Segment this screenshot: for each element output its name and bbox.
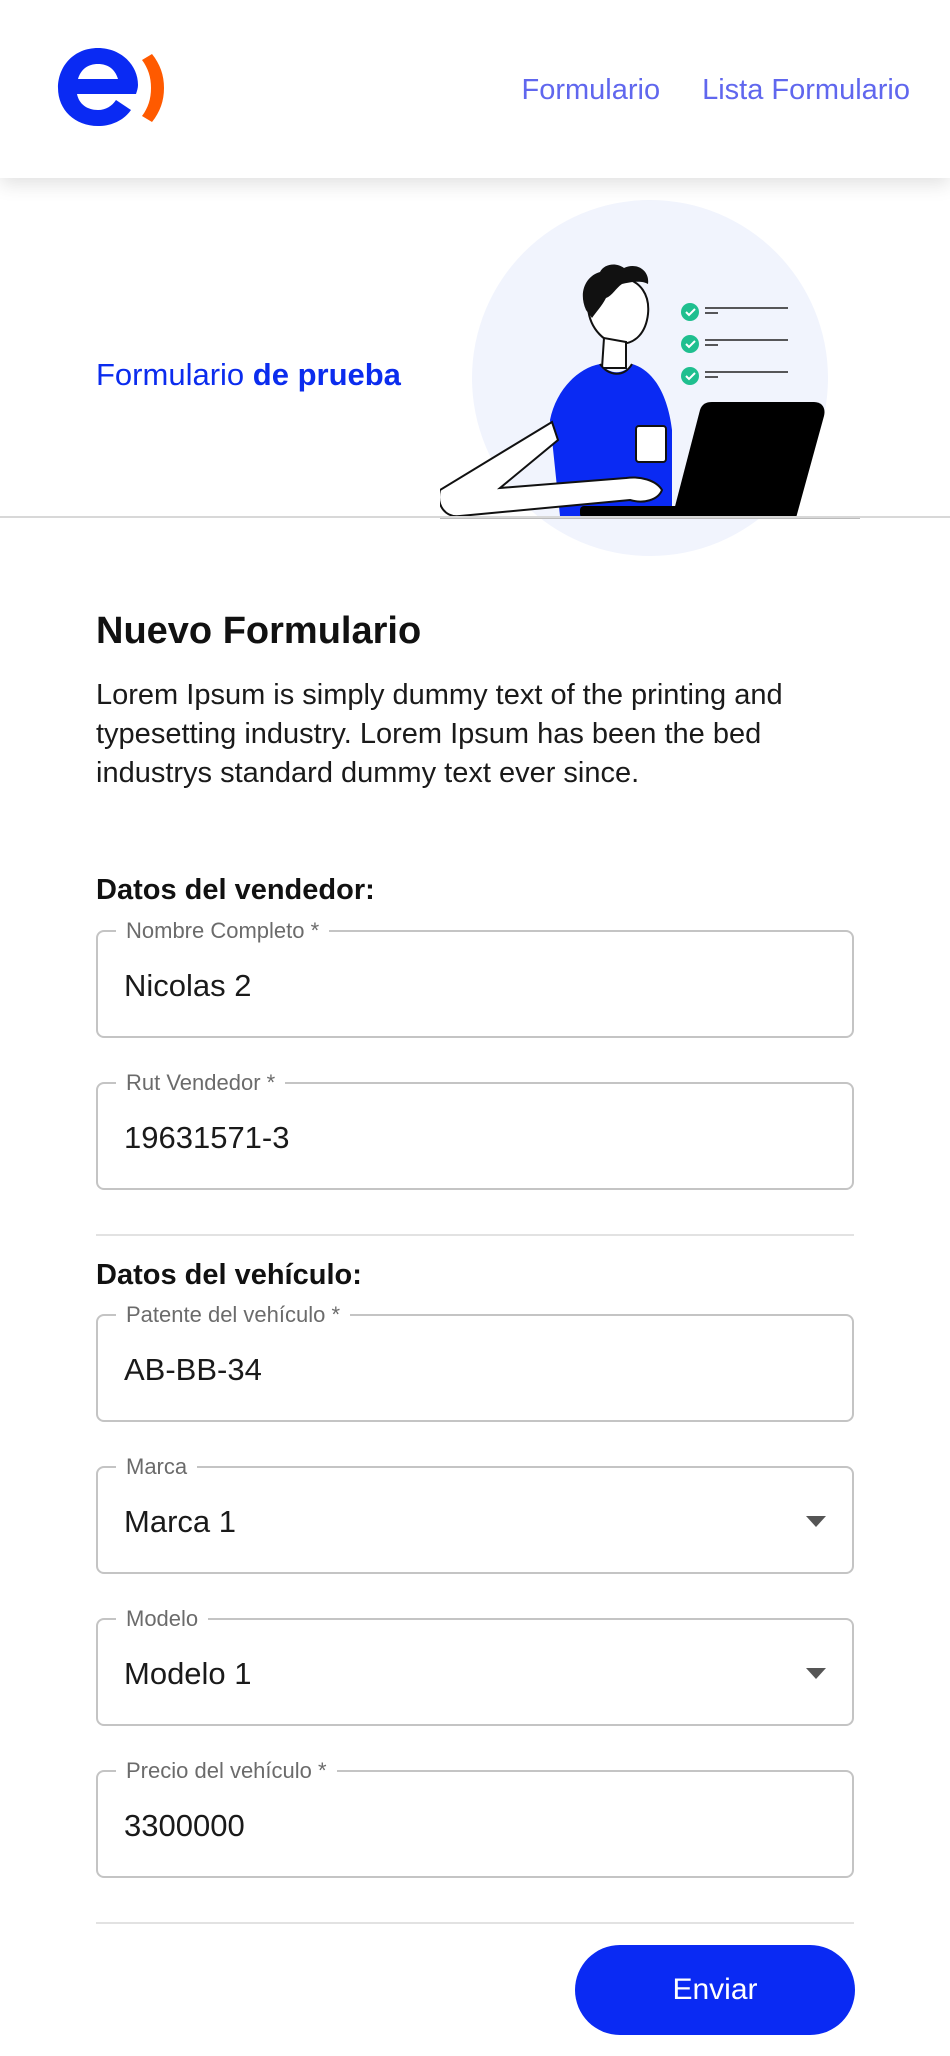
form-footer-divider	[96, 1922, 854, 1924]
model-label: Modelo	[116, 1606, 209, 1632]
full-name-label: Nombre Completo *	[116, 918, 330, 944]
vehicle-section-heading: Datos del vehículo:	[96, 1259, 362, 1291]
brand-select[interactable]: Marca Marca 1	[96, 1454, 854, 1574]
hero-title: Formulario de prueba	[96, 357, 401, 393]
rut-value[interactable]: 19631571-3	[124, 1120, 290, 1156]
form-description: Lorem Ipsum is simply dummy text of the …	[96, 679, 783, 789]
caret-down-icon[interactable]	[806, 1516, 826, 1527]
entel-logo[interactable]	[56, 44, 172, 128]
section-divider	[96, 1234, 854, 1236]
plate-label: Patente del vehículo *	[116, 1302, 351, 1328]
form-title: Nuevo Formulario	[96, 610, 422, 652]
price-label: Precio del vehículo *	[116, 1758, 337, 1784]
brand-label: Marca	[116, 1454, 198, 1480]
price-field[interactable]: Precio del vehículo * 3300000	[96, 1758, 854, 1878]
rut-field[interactable]: Rut Vendedor * 19631571-3	[96, 1070, 854, 1190]
rut-label: Rut Vendedor *	[116, 1070, 286, 1096]
nav-link-formulario[interactable]: Formulario	[522, 74, 661, 107]
seller-section-heading: Datos del vendedor:	[96, 874, 375, 906]
hero-title-bold: de prueba	[252, 357, 401, 392]
model-select[interactable]: Modelo Modelo 1	[96, 1606, 854, 1726]
full-name-field[interactable]: Nombre Completo * Nicolas 2	[96, 918, 854, 1038]
plate-field[interactable]: Patente del vehículo * AB-BB-34	[96, 1302, 854, 1422]
app-header: Formulario Lista Formulario	[0, 0, 950, 178]
caret-down-icon[interactable]	[806, 1668, 826, 1679]
plate-value[interactable]: AB-BB-34	[124, 1352, 262, 1388]
person-laptop-checklist-illustration	[440, 200, 860, 556]
hero-title-regular: Formulario	[96, 357, 245, 392]
hero-divider	[0, 516, 950, 518]
brand-value[interactable]: Marca 1	[124, 1504, 236, 1540]
nav-link-lista-formulario[interactable]: Lista Formulario	[702, 74, 910, 107]
main-nav: Formulario Lista Formulario	[522, 74, 911, 107]
submit-button[interactable]: Enviar	[575, 1945, 855, 2035]
price-value[interactable]: 3300000	[124, 1808, 245, 1844]
model-value[interactable]: Modelo 1	[124, 1656, 252, 1692]
full-name-value[interactable]: Nicolas 2	[124, 968, 252, 1004]
